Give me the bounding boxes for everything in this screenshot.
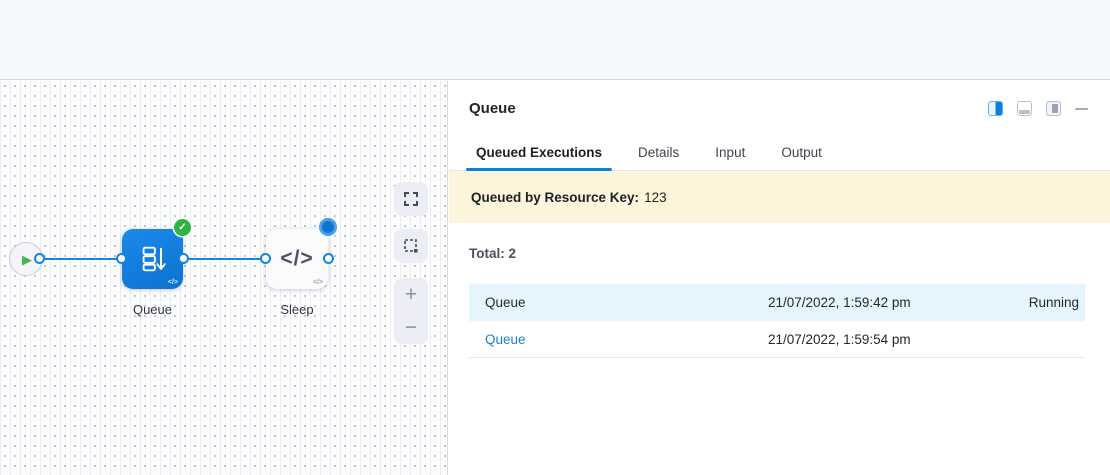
execution-timestamp: 21/07/2022, 1:59:54 pm <box>768 332 965 347</box>
zoom-control-group: + − <box>394 278 428 344</box>
layout-bottom-icon[interactable] <box>1017 101 1032 116</box>
execution-name-link[interactable]: Queue <box>469 332 768 347</box>
panel-title: Queue <box>469 100 988 117</box>
code-badge-icon: </> <box>168 279 178 286</box>
success-badge-icon: ✓ <box>174 219 191 236</box>
execution-status: Running <box>965 295 1085 310</box>
execution-row[interactable]: Queue 21/07/2022, 1:59:54 pm <box>469 321 1085 358</box>
tab-details[interactable]: Details <box>628 144 689 170</box>
resource-key-label: Queued by Resource Key: <box>471 190 639 205</box>
edge-start-to-queue[interactable] <box>40 258 122 260</box>
executions-section: Total: 2 Queue 21/07/2022, 1:59:42 pm Ru… <box>449 223 1110 358</box>
port-sleep-output[interactable] <box>323 253 334 264</box>
tab-output[interactable]: Output <box>771 144 832 170</box>
node-label-queue: Queue <box>122 302 183 317</box>
layout-split-icon[interactable] <box>988 101 1003 116</box>
tab-queued-executions[interactable]: Queued Executions <box>466 144 612 170</box>
node-sleep[interactable]: </> </> <box>266 229 328 289</box>
total-count: Total: 2 <box>469 246 1085 261</box>
detail-panel: Queue Queued Executions Details Input Ou… <box>449 81 1110 475</box>
layout-right-icon[interactable] <box>1046 101 1061 116</box>
code-badge-icon: </> <box>313 279 323 286</box>
plus-icon: + <box>405 283 417 307</box>
port-queue-output[interactable] <box>178 253 189 264</box>
node-queue[interactable]: </> <box>122 229 183 289</box>
execution-timestamp: 21/07/2022, 1:59:42 pm <box>768 295 965 310</box>
node-label-sleep: Sleep <box>266 302 328 317</box>
box-select-button[interactable] <box>394 229 428 263</box>
fit-view-button[interactable] <box>394 182 428 216</box>
panel-tabs: Queued Executions Details Input Output <box>449 144 1110 171</box>
resource-key-banner: Queued by Resource Key: 123 <box>449 171 1110 223</box>
running-badge-icon <box>319 218 337 236</box>
play-icon: ▶ <box>22 253 32 266</box>
port-queue-input[interactable] <box>116 253 127 264</box>
selection-box-icon <box>403 238 419 254</box>
execution-name: Queue <box>469 295 768 310</box>
queue-icon <box>137 243 169 275</box>
resource-key-value: 123 <box>644 190 667 205</box>
port-start-output[interactable] <box>34 253 45 264</box>
panel-header: Queue <box>449 81 1110 117</box>
zoom-in-button[interactable]: + <box>394 278 428 311</box>
zoom-out-button[interactable]: − <box>394 311 428 344</box>
tab-input[interactable]: Input <box>705 144 755 170</box>
collapse-panel-icon[interactable] <box>1075 108 1088 110</box>
executions-table: Queue 21/07/2022, 1:59:42 pm Running Que… <box>469 284 1085 358</box>
port-sleep-input[interactable] <box>260 253 271 264</box>
flow-canvas[interactable]: ▶ </> </> </> ✓ Queue Sleep <box>0 81 448 475</box>
execution-row[interactable]: Queue 21/07/2022, 1:59:42 pm Running <box>469 284 1085 321</box>
panel-layout-controls <box>988 101 1088 116</box>
code-icon: </> <box>280 247 313 271</box>
top-bar <box>0 0 1110 80</box>
check-icon: ✓ <box>178 222 186 233</box>
fullscreen-icon <box>403 191 419 207</box>
edge-queue-to-sleep[interactable] <box>183 258 266 260</box>
minus-icon: − <box>405 316 417 340</box>
